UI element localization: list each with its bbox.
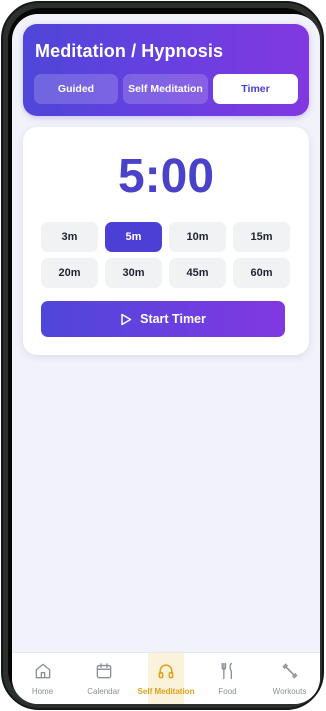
preset-30m-button[interactable]: 30m: [105, 258, 162, 288]
nav-item-workouts[interactable]: Workouts: [259, 653, 320, 704]
preset-60m-button[interactable]: 60m: [233, 258, 290, 288]
headphones-icon: [156, 661, 176, 681]
timer-display: 5:00: [117, 150, 215, 203]
preset-20m-button[interactable]: 20m: [41, 258, 98, 288]
nav-item-self-meditation[interactable]: Self Meditation: [138, 653, 194, 704]
nav-label-home: Home: [31, 687, 54, 696]
tab-guided[interactable]: Guided: [34, 74, 118, 104]
preset-5m-button[interactable]: 5m: [105, 222, 162, 252]
tab-self-meditation[interactable]: Self Meditation: [123, 74, 208, 104]
nav-item-home[interactable]: Home: [12, 653, 73, 704]
play-icon: [120, 313, 132, 326]
preset-3m-button[interactable]: 3m: [41, 222, 98, 252]
nav-label-workouts: Workouts: [272, 687, 307, 696]
nav-label-self-meditation: Self Meditation: [137, 687, 195, 696]
calendar-icon: [94, 661, 114, 681]
preset-10m-button[interactable]: 10m: [169, 222, 226, 252]
preset-15m-button[interactable]: 15m: [233, 222, 290, 252]
utensils-icon: [218, 661, 238, 681]
page-title: Meditation / Hypnosis: [35, 41, 224, 61]
start-timer-button[interactable]: Start Timer: [41, 301, 285, 337]
nav-item-calendar[interactable]: Calendar: [73, 653, 134, 704]
header-banner: Meditation / Hypnosis Guided Self Medita…: [23, 24, 309, 116]
timer-card: 5:00 3m 5m 10m 15m 20m 30m 45m 60m Start…: [23, 127, 309, 355]
start-timer-label: Start Timer: [140, 312, 206, 326]
nav-item-food[interactable]: Food: [197, 653, 258, 704]
nav-label-food: Food: [218, 687, 237, 696]
bottom-nav: Home Calendar Self Meditation Food Worko…: [12, 652, 320, 704]
home-icon: [33, 661, 53, 681]
tab-timer[interactable]: Timer: [213, 74, 298, 104]
dumbbell-icon: [280, 661, 300, 681]
app-screen: Meditation / Hypnosis Guided Self Medita…: [12, 14, 320, 704]
preset-45m-button[interactable]: 45m: [169, 258, 226, 288]
mode-tabs: Guided Self Meditation Timer: [34, 74, 298, 104]
nav-label-calendar: Calendar: [87, 687, 120, 696]
